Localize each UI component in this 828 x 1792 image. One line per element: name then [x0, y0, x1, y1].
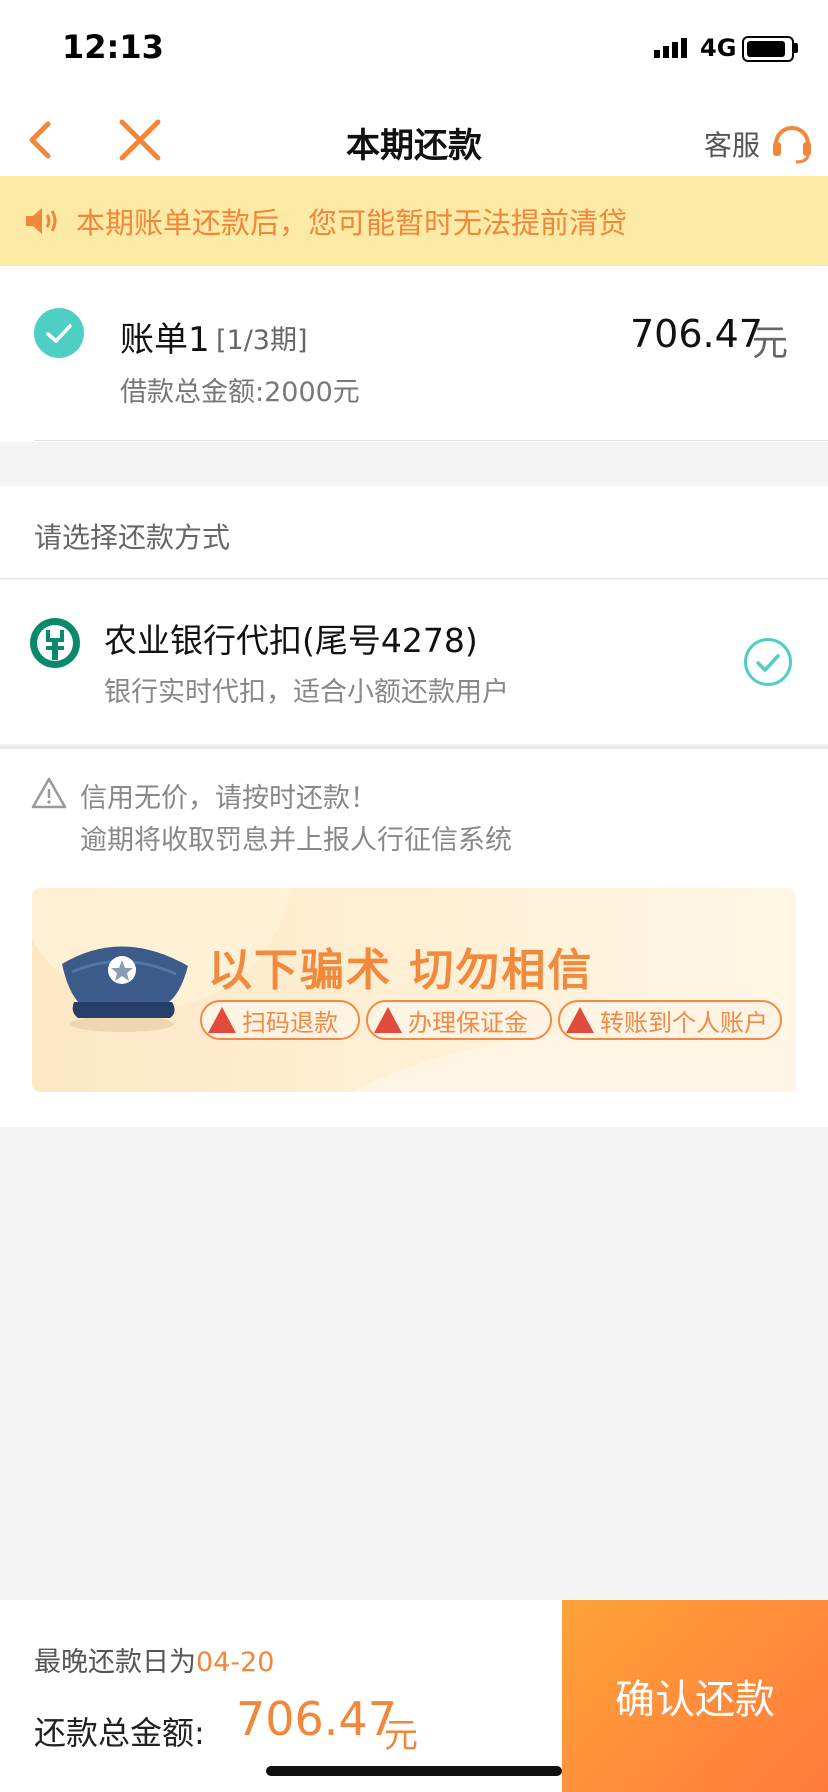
fraud-item-personal-transfer: 转账到个人账户	[558, 1000, 782, 1040]
warning-line-2: 逾期将收取罚息并上报人行征信系统	[80, 825, 512, 856]
fraud-item-label: 转账到个人账户	[600, 1008, 768, 1037]
fraud-item-deposit: 办理保证金	[366, 1000, 552, 1040]
alert-triangle-icon	[208, 1007, 236, 1033]
bank-radio-selected[interactable]	[744, 638, 792, 686]
fraud-item-scan-refund: 扫码退款	[200, 1000, 360, 1040]
notice-text: 本期账单还款后，您可能暂时无法提前清贷	[76, 206, 628, 240]
due-date-prefix: 最晚还款日为	[34, 1647, 196, 1678]
status-time: 12:13	[62, 28, 164, 66]
speaker-icon	[26, 208, 57, 234]
signal-icon	[654, 38, 687, 58]
total-amount-label: 还款总金额:	[34, 1714, 205, 1752]
warning-line-1: 信用无价，请按时还款！	[80, 783, 377, 814]
due-date-label: 最晚还款日为04-20	[34, 1640, 274, 1679]
total-amount-unit: 元	[384, 1716, 418, 1756]
fraud-banner-title: 以下骗术 切勿相信	[208, 945, 594, 996]
bill-checkbox[interactable]	[34, 308, 84, 358]
home-indicator[interactable]	[266, 1766, 562, 1776]
bill-amount-unit: 元	[752, 323, 789, 364]
battery-cap	[794, 43, 798, 53]
loan-total: 借款总金额:2000元	[120, 377, 360, 408]
alert-triangle-icon	[566, 1007, 594, 1033]
divider	[34, 440, 828, 441]
check-icon	[46, 324, 72, 343]
total-amount: 706.47	[236, 1692, 397, 1746]
alert-triangle-icon	[374, 1007, 402, 1033]
payment-method-title: 请选择还款方式	[34, 521, 231, 554]
payment-method-option[interactable]	[0, 580, 828, 744]
warning-icon	[31, 777, 67, 809]
abc-bank-logo-icon	[30, 618, 80, 668]
fraud-item-label: 扫码退款	[242, 1008, 338, 1037]
due-date: 04-20	[196, 1647, 275, 1678]
bill-period: [1/3期]	[216, 325, 308, 356]
headset-icon[interactable]	[768, 118, 816, 166]
confirm-payment-button[interactable]: 确认还款	[562, 1600, 828, 1792]
bank-name: 农业银行代扣(尾号4278)	[104, 621, 478, 660]
bill-amount: 706.47	[630, 312, 763, 356]
battery-icon	[742, 36, 794, 62]
network-type: 4G	[700, 34, 737, 62]
police-cap-icon	[62, 946, 188, 1032]
check-icon	[756, 654, 780, 672]
customer-service-link[interactable]: 客服	[704, 124, 760, 164]
fraud-item-label: 办理保证金	[408, 1008, 528, 1037]
bank-description: 银行实时代扣，适合小额还款用户	[104, 677, 509, 708]
bill-name: 账单1	[120, 320, 210, 360]
